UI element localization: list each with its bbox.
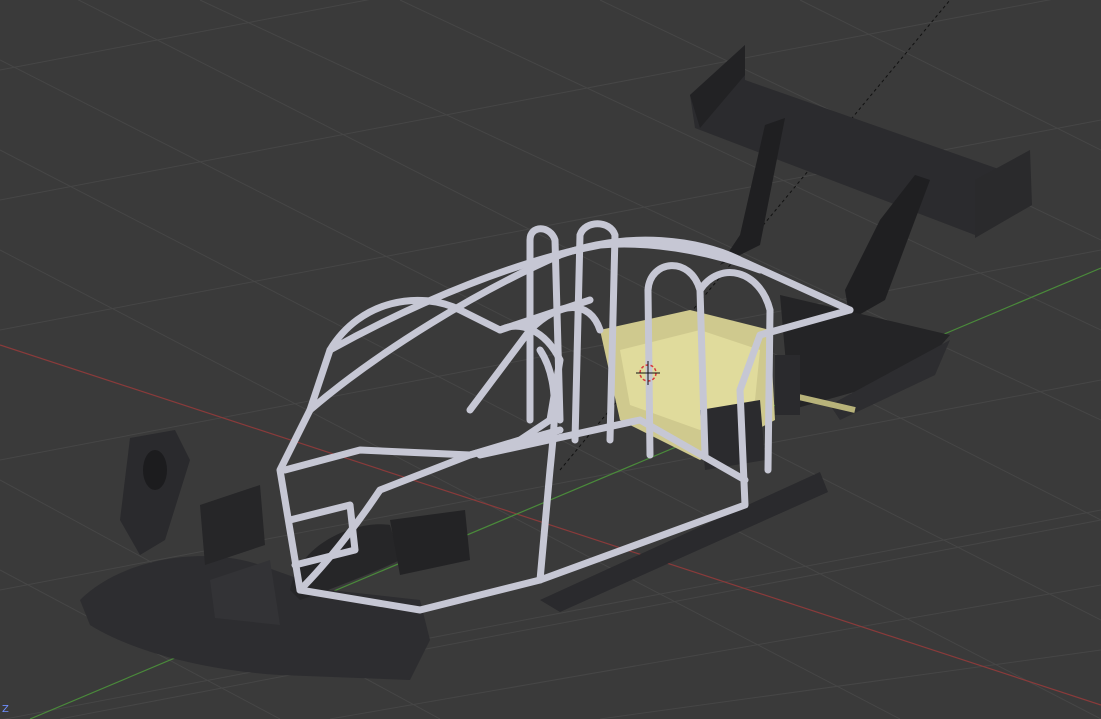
axis-indicator: Z [2, 704, 9, 715]
3d-viewport[interactable]: Z [0, 0, 1101, 719]
viewport-canvas[interactable] [0, 0, 1101, 719]
side-skirt[interactable] [540, 472, 828, 612]
